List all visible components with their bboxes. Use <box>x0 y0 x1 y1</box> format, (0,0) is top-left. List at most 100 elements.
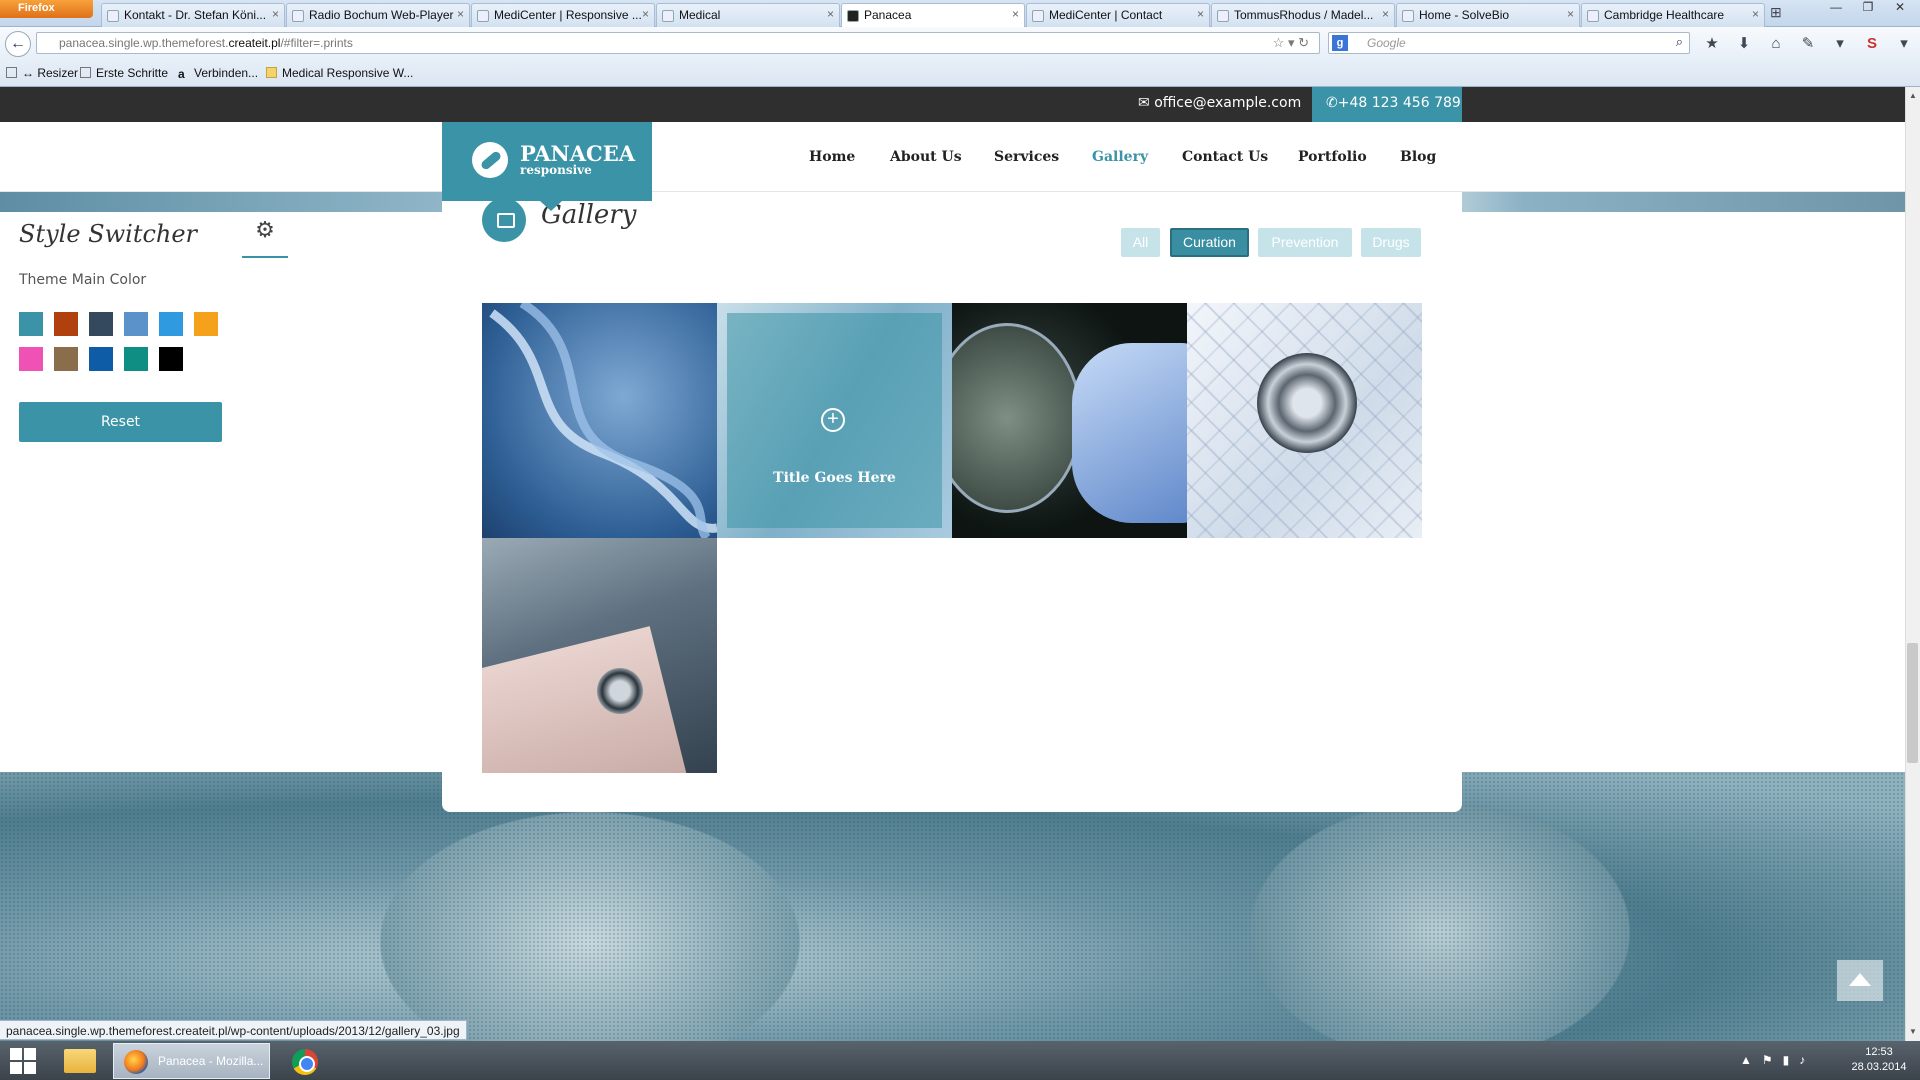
back-button[interactable]: ← <box>5 31 31 57</box>
filter-drugs[interactable]: Drugs <box>1361 228 1421 257</box>
flag-icon[interactable]: ⚑ <box>1762 1053 1773 1067</box>
scroll-up-icon[interactable]: ▲ <box>1909 91 1917 100</box>
volume-icon[interactable]: ♪ <box>1799 1053 1805 1067</box>
file-explorer-icon[interactable] <box>64 1049 96 1073</box>
close-tab-icon[interactable]: × <box>1567 7 1574 21</box>
gallery-item-petri-dish[interactable] <box>952 303 1187 538</box>
tab-panacea[interactable]: Panacea × <box>841 3 1025 27</box>
color-swatch[interactable] <box>89 347 113 371</box>
home-icon[interactable]: ⌂ <box>1760 35 1792 52</box>
bookmarks-icon[interactable]: ★ <box>1696 34 1728 52</box>
contact-phone[interactable]: ✆+48 123 456 789 <box>1312 87 1462 122</box>
reset-button[interactable]: Reset <box>19 402 222 442</box>
close-tab-icon[interactable]: × <box>1752 7 1759 21</box>
site-logo[interactable]: PANACEA responsive <box>442 122 652 211</box>
filter-prevention[interactable]: Prevention <box>1258 228 1352 257</box>
taskbar-firefox-window[interactable]: Panacea - Mozilla... <box>113 1043 270 1079</box>
nav-portfolio[interactable]: Portfolio <box>1298 149 1367 165</box>
tab-cambridge-healthcare[interactable]: Cambridge Healthcare × <box>1581 3 1765 27</box>
tab-medical[interactable]: Medical × <box>656 3 840 27</box>
close-tab-icon[interactable]: × <box>272 7 279 21</box>
color-swatch[interactable] <box>54 312 78 336</box>
scroll-to-top-button[interactable] <box>1837 960 1883 1001</box>
close-tab-icon[interactable]: × <box>1197 7 1204 21</box>
url-domain: createit.pl <box>228 36 281 50</box>
tab-kontakt[interactable]: Kontakt - Dr. Stefan Köni... × <box>101 3 285 27</box>
download-icon[interactable]: ⬇ <box>1728 34 1760 52</box>
pill-logo-icon <box>472 142 508 178</box>
color-swatch[interactable] <box>194 312 218 336</box>
reload-icon[interactable]: ↻ <box>1298 35 1309 50</box>
nav-home[interactable]: Home <box>809 149 855 165</box>
bookmark-verbinden[interactable]: a Verbinden... <box>178 66 259 81</box>
nav-about-us[interactable]: About Us <box>890 149 962 165</box>
search-icon[interactable]: ⌕ <box>1676 34 1683 50</box>
window-controls: — ❐ ✕ <box>1820 0 1920 20</box>
dropdown-icon[interactable]: ▾ <box>1288 35 1295 50</box>
color-swatch[interactable] <box>89 312 113 336</box>
email-text: office@example.com <box>1154 95 1302 111</box>
page-icon <box>1402 10 1414 22</box>
restore-icon[interactable]: ❐ <box>1852 0 1884 14</box>
menu-dropdown-icon[interactable]: ▾ <box>1824 34 1856 52</box>
plus-circle-icon[interactable]: + <box>821 408 845 432</box>
close-window-icon[interactable]: ✕ <box>1884 0 1916 14</box>
search-placeholder: Google <box>1367 36 1406 50</box>
close-tab-icon[interactable]: × <box>642 7 649 21</box>
taskbar-clock[interactable]: 12:53 28.03.2014 <box>1844 1045 1914 1075</box>
tray-expand-icon[interactable]: ▲ <box>1740 1053 1752 1067</box>
top-contact-strip <box>0 87 1905 122</box>
bookmark-label: ↔ Resizer <box>22 66 79 80</box>
close-tab-icon[interactable]: × <box>827 7 834 21</box>
gallery-item-clipboard-stethoscope[interactable] <box>482 538 717 773</box>
gallery-item-dna[interactable] <box>482 303 717 538</box>
bookmark-star-icon[interactable]: ☆ <box>1273 35 1285 50</box>
page-scrollbar[interactable] <box>1905 87 1920 1041</box>
color-swatch[interactable] <box>124 312 148 336</box>
minimize-icon[interactable]: — <box>1820 0 1852 14</box>
close-tab-icon[interactable]: × <box>1012 7 1019 21</box>
addon-s-icon[interactable]: S <box>1856 35 1888 52</box>
color-swatch[interactable] <box>54 347 78 371</box>
gear-icon[interactable]: ⚙ <box>242 211 288 258</box>
nav-blog[interactable]: Blog <box>1400 149 1436 165</box>
addon-icon[interactable]: ✎ <box>1792 34 1824 52</box>
search-input[interactable]: g Google ⌕ <box>1328 32 1690 54</box>
scrollbar-thumb[interactable] <box>1907 643 1918 763</box>
overflow-icon[interactable]: ▾ <box>1888 34 1920 52</box>
firefox-menu-button[interactable]: Firefox <box>0 0 93 18</box>
nav-contact-us[interactable]: Contact Us <box>1182 149 1268 165</box>
tab-medicenter-responsive[interactable]: MediCenter | Responsive ... × <box>471 3 655 27</box>
tab-radio-bochum[interactable]: Radio Bochum Web-Player × <box>286 3 470 27</box>
bookmark-medical-responsive[interactable]: Medical Responsive W... <box>266 66 413 80</box>
url-bar[interactable]: panacea.single.wp.themeforest.createit.p… <box>36 32 1320 54</box>
hero-dot-overlay <box>0 772 1905 1041</box>
close-tab-icon[interactable]: × <box>457 7 464 21</box>
gallery-image-icon <box>482 198 526 242</box>
tab-medicenter-contact[interactable]: MediCenter | Contact × <box>1026 3 1210 27</box>
gallery-item-lab-researchers[interactable]: + Title Goes Here <box>717 303 952 538</box>
color-swatch[interactable] <box>19 312 43 336</box>
nav-services[interactable]: Services <box>994 149 1059 165</box>
contact-email[interactable]: ✉ office@example.com <box>1138 95 1301 111</box>
nav-gallery[interactable]: Gallery <box>1092 149 1148 165</box>
color-swatch[interactable] <box>159 312 183 336</box>
network-icon[interactable]: ▮ <box>1783 1053 1790 1067</box>
gallery-item-keyboard-stethoscope[interactable] <box>1187 303 1422 538</box>
filter-curation[interactable]: Curation <box>1170 228 1249 257</box>
tab-list-icon[interactable]: ⊞ <box>1770 4 1782 21</box>
gloved-hand-illustration <box>1072 343 1187 523</box>
bookmark-label: Verbinden... <box>194 66 259 80</box>
tab-solvebio[interactable]: Home - SolveBio × <box>1396 3 1580 27</box>
bookmark-erste-schritte[interactable]: Erste Schritte <box>80 66 168 80</box>
filter-all[interactable]: All <box>1121 228 1160 257</box>
bookmark-resizer[interactable]: ↔ Resizer <box>6 66 78 80</box>
color-swatch[interactable] <box>159 347 183 371</box>
color-swatch[interactable] <box>19 347 43 371</box>
scroll-down-icon[interactable]: ▼ <box>1909 1027 1917 1036</box>
tab-tommusrhodus[interactable]: TommusRhodus / Madel... × <box>1211 3 1395 27</box>
windows-start-button[interactable] <box>10 1048 36 1074</box>
close-tab-icon[interactable]: × <box>1382 7 1389 21</box>
chrome-icon[interactable] <box>292 1049 318 1075</box>
color-swatch[interactable] <box>124 347 148 371</box>
